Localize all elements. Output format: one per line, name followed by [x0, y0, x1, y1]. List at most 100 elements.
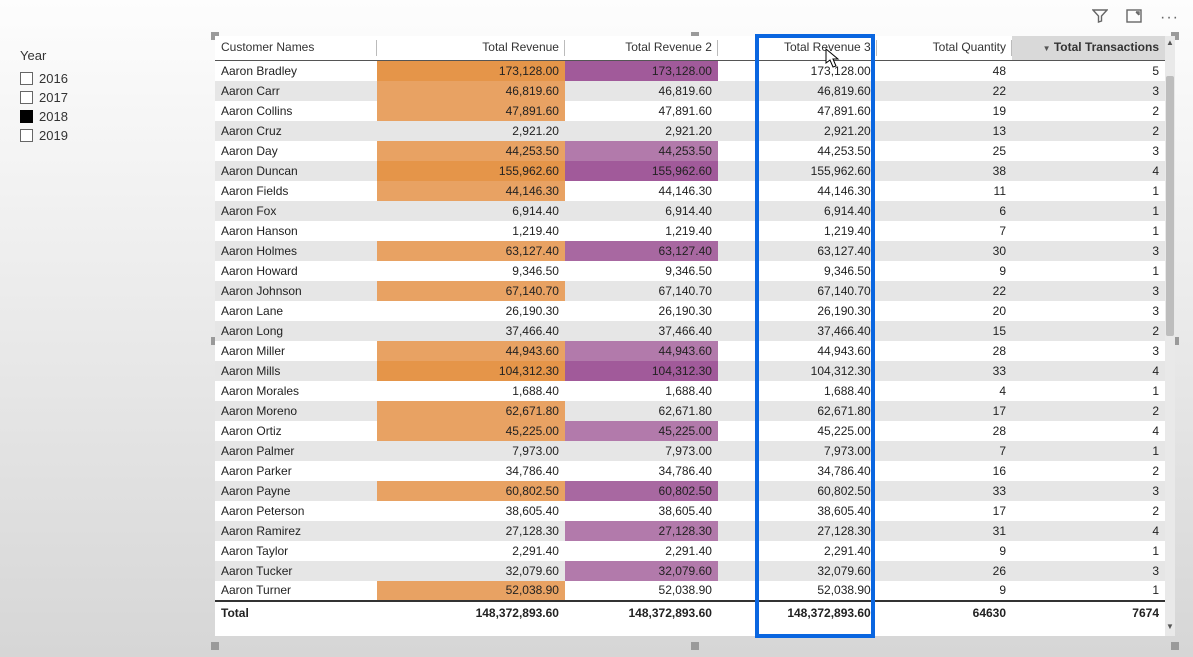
table-row[interactable]: Aaron Ramirez27,128.3027,128.3027,128.30… — [215, 521, 1165, 541]
cell-transactions: 4 — [1012, 521, 1165, 541]
visual-header: ··· — [1092, 8, 1179, 27]
slicer-item-2018[interactable]: 2018 — [20, 107, 180, 126]
cell-revenue: 1,219.40 — [377, 221, 565, 241]
totals-row: Total 148,372,893.60 148,372,893.60 148,… — [215, 601, 1165, 624]
cell-transactions: 3 — [1012, 341, 1165, 361]
cell-transactions: 2 — [1012, 121, 1165, 141]
cell-revenue: 1,688.40 — [377, 381, 565, 401]
col-header-revenue[interactable]: Total Revenue — [377, 36, 565, 61]
table-row[interactable]: Aaron Taylor2,291.402,291.402,291.4091 — [215, 541, 1165, 561]
cell-revenue2: 62,671.80 — [565, 401, 718, 421]
cell-revenue2: 45,225.00 — [565, 421, 718, 441]
slicer-item-label: 2018 — [39, 109, 68, 124]
total-revenue2: 148,372,893.60 — [565, 601, 718, 624]
col-header-revenue3[interactable]: Total Revenue 3 — [718, 36, 877, 61]
table-row[interactable]: Aaron Bradley173,128.00173,128.00173,128… — [215, 61, 1165, 81]
table-row[interactable]: Aaron Mills104,312.30104,312.30104,312.3… — [215, 361, 1165, 381]
cell-revenue: 38,605.40 — [377, 501, 565, 521]
more-options-icon[interactable]: ··· — [1160, 9, 1179, 27]
table-row[interactable]: Aaron Palmer7,973.007,973.007,973.0071 — [215, 441, 1165, 461]
cell-revenue2: 104,312.30 — [565, 361, 718, 381]
table-row[interactable]: Aaron Fields44,146.3044,146.3044,146.301… — [215, 181, 1165, 201]
cell-revenue2: 1,688.40 — [565, 381, 718, 401]
table-row[interactable]: Aaron Peterson38,605.4038,605.4038,605.4… — [215, 501, 1165, 521]
cell-transactions: 1 — [1012, 441, 1165, 461]
table-row[interactable]: Aaron Morales1,688.401,688.401,688.4041 — [215, 381, 1165, 401]
cell-quantity: 4 — [877, 381, 1012, 401]
cell-customer: Aaron Fox — [215, 201, 377, 221]
cell-quantity: 9 — [877, 261, 1012, 281]
table-row[interactable]: Aaron Tucker32,079.6032,079.6032,079.602… — [215, 561, 1165, 581]
table-scroll-area[interactable]: Customer Names Total Revenue Total Reven… — [215, 36, 1165, 636]
table-row[interactable]: Aaron Cruz2,921.202,921.202,921.20132 — [215, 121, 1165, 141]
cell-quantity: 26 — [877, 561, 1012, 581]
cell-revenue2: 1,219.40 — [565, 221, 718, 241]
cell-customer: Aaron Morales — [215, 381, 377, 401]
cell-quantity: 17 — [877, 501, 1012, 521]
table-row[interactable]: Aaron Payne60,802.5060,802.5060,802.5033… — [215, 481, 1165, 501]
table-row[interactable]: Aaron Hanson1,219.401,219.401,219.4071 — [215, 221, 1165, 241]
table-row[interactable]: Aaron Turner52,038.9052,038.9052,038.909… — [215, 581, 1165, 601]
cell-revenue2: 9,346.50 — [565, 261, 718, 281]
col-header-transactions[interactable]: ▼ Total Transactions — [1012, 36, 1165, 61]
scroll-thumb[interactable] — [1166, 76, 1174, 336]
vertical-scrollbar[interactable]: ▲ ▼ — [1165, 36, 1175, 636]
cell-customer: Aaron Howard — [215, 261, 377, 281]
cell-transactions: 3 — [1012, 481, 1165, 501]
slicer-item-2017[interactable]: 2017 — [20, 88, 180, 107]
cell-revenue3: 2,921.20 — [718, 121, 877, 141]
cell-revenue: 155,962.60 — [377, 161, 565, 181]
cell-transactions: 3 — [1012, 241, 1165, 261]
filter-icon[interactable] — [1092, 8, 1108, 27]
table-row[interactable]: Aaron Parker34,786.4034,786.4034,786.401… — [215, 461, 1165, 481]
checkbox-icon — [20, 129, 33, 142]
table-row[interactable]: Aaron Day44,253.5044,253.5044,253.50253 — [215, 141, 1165, 161]
table-row[interactable]: Aaron Howard9,346.509,346.509,346.5091 — [215, 261, 1165, 281]
table-row[interactable]: Aaron Holmes63,127.4063,127.4063,127.403… — [215, 241, 1165, 261]
table-row[interactable]: Aaron Fox6,914.406,914.406,914.4061 — [215, 201, 1165, 221]
cell-transactions: 1 — [1012, 221, 1165, 241]
table-row[interactable]: Aaron Johnson67,140.7067,140.7067,140.70… — [215, 281, 1165, 301]
table-row[interactable]: Aaron Lane26,190.3026,190.3026,190.30203 — [215, 301, 1165, 321]
resize-handle[interactable] — [691, 642, 699, 650]
cell-revenue: 67,140.70 — [377, 281, 565, 301]
focus-mode-icon[interactable] — [1126, 8, 1142, 27]
cell-revenue3: 37,466.40 — [718, 321, 877, 341]
slicer-title: Year — [20, 48, 180, 63]
col-header-customer[interactable]: Customer Names — [215, 36, 377, 61]
cell-quantity: 22 — [877, 281, 1012, 301]
table-row[interactable]: Aaron Carr46,819.6046,819.6046,819.60223 — [215, 81, 1165, 101]
cell-revenue2: 2,291.40 — [565, 541, 718, 561]
cell-revenue2: 44,943.60 — [565, 341, 718, 361]
cell-quantity: 20 — [877, 301, 1012, 321]
cell-revenue2: 47,891.60 — [565, 101, 718, 121]
cell-revenue3: 26,190.30 — [718, 301, 877, 321]
table-row[interactable]: Aaron Long37,466.4037,466.4037,466.40152 — [215, 321, 1165, 341]
cell-revenue3: 44,146.30 — [718, 181, 877, 201]
cell-revenue: 52,038.90 — [377, 581, 565, 601]
resize-handle[interactable] — [1171, 642, 1179, 650]
scroll-down-icon[interactable]: ▼ — [1165, 622, 1175, 634]
table-row[interactable]: Aaron Duncan155,962.60155,962.60155,962.… — [215, 161, 1165, 181]
cell-quantity: 7 — [877, 221, 1012, 241]
cell-revenue2: 44,253.50 — [565, 141, 718, 161]
slicer-item-2019[interactable]: 2019 — [20, 126, 180, 145]
cell-revenue: 9,346.50 — [377, 261, 565, 281]
cell-customer: Aaron Mills — [215, 361, 377, 381]
cell-revenue2: 63,127.40 — [565, 241, 718, 261]
cell-customer: Aaron Taylor — [215, 541, 377, 561]
cell-revenue3: 1,688.40 — [718, 381, 877, 401]
table-row[interactable]: Aaron Ortiz45,225.0045,225.0045,225.0028… — [215, 421, 1165, 441]
table-row[interactable]: Aaron Moreno62,671.8062,671.8062,671.801… — [215, 401, 1165, 421]
table-row[interactable]: Aaron Miller44,943.6044,943.6044,943.602… — [215, 341, 1165, 361]
cell-revenue2: 32,079.60 — [565, 561, 718, 581]
scroll-up-icon[interactable]: ▲ — [1165, 38, 1175, 50]
table-row[interactable]: Aaron Collins47,891.6047,891.6047,891.60… — [215, 101, 1165, 121]
col-header-quantity[interactable]: Total Quantity — [877, 36, 1012, 61]
cell-transactions: 3 — [1012, 81, 1165, 101]
resize-handle[interactable] — [211, 642, 219, 650]
cell-revenue3: 62,671.80 — [718, 401, 877, 421]
col-header-revenue2[interactable]: Total Revenue 2 — [565, 36, 718, 61]
table-visual[interactable]: Customer Names Total Revenue Total Reven… — [215, 36, 1175, 646]
slicer-item-2016[interactable]: 2016 — [20, 69, 180, 88]
